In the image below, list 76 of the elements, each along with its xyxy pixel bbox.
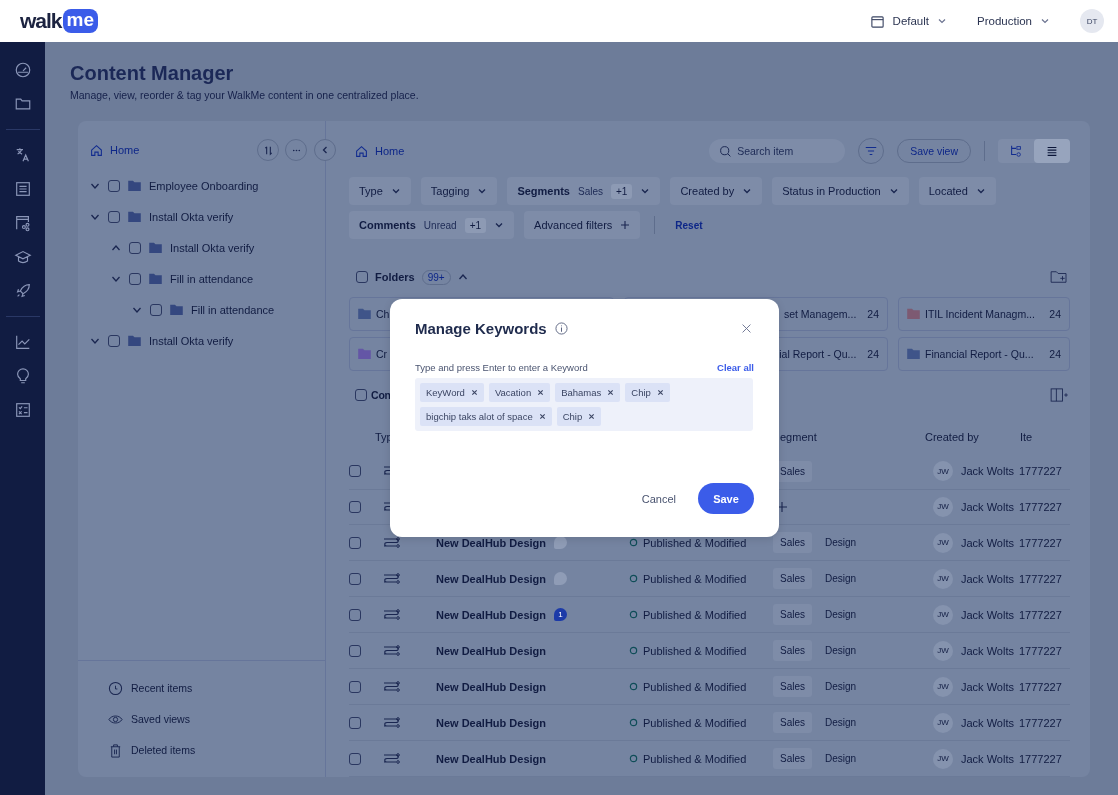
segment-tag: Design [818, 640, 864, 662]
column-header: Ite [1019, 430, 1034, 443]
user-avatar: JW [933, 676, 953, 697]
folder-name: Ch [376, 307, 390, 320]
folder-name: ITIL Incident Managm... [925, 307, 1035, 320]
creator-name: Jack Wolts [961, 572, 1014, 585]
creator-name: Jack Wolts [961, 465, 1014, 478]
keyword-text: KeyWord [426, 387, 465, 398]
folder-count: 24 [867, 307, 879, 320]
creator-name: Jack Wolts [961, 608, 1014, 621]
segment-tag: Sales [773, 640, 812, 662]
page-subtitle: Manage, view, reorder & tag your WalkMe content in one centralized place. [70, 89, 420, 101]
item-id: 1777227 [1019, 500, 1062, 513]
segment-tag: Sales [773, 712, 812, 734]
item-id: 1777227 [1019, 465, 1062, 478]
dialog-title: Manage Keywords [415, 319, 547, 337]
keyword-text: Bahamas [561, 387, 602, 398]
keyword-text: bigchip taks alot of space [426, 411, 533, 422]
user-avatar: JW [933, 496, 953, 517]
creator-name: Jack Wolts [961, 500, 1014, 513]
segment-tag: Sales [773, 604, 812, 626]
page-title: Content Manager [70, 62, 235, 84]
section-title: Folders [375, 271, 415, 284]
column-header: Created by [925, 430, 980, 443]
segment-tag: Design [818, 712, 864, 734]
segment-tag: Sales [773, 532, 812, 554]
status-text: Published & Modified [643, 572, 747, 585]
user-avatar: JW [933, 640, 953, 661]
segment-tag: Sales [773, 676, 812, 698]
creator-name: Jack Wolts [961, 680, 1014, 693]
segment-tag: Design [818, 676, 864, 698]
creator-name: Jack Wolts [961, 536, 1014, 549]
user-avatar: JW [933, 712, 953, 733]
user-avatar: JW [933, 532, 953, 553]
creator-name: Jack Wolts [961, 752, 1014, 765]
segment-tag: Design [818, 748, 864, 770]
segment-tag: Design [818, 604, 864, 626]
user-avatar: JW [933, 604, 953, 625]
logo-badge: me [62, 9, 98, 33]
folder-count: 24 [867, 347, 879, 360]
folder-name: set Managem... [783, 307, 857, 320]
folder-name: ial Report - Qu... [779, 347, 857, 360]
item-id: 1777227 [1019, 644, 1062, 657]
segment-tag: Design [818, 532, 864, 554]
status-text: Published & Modified [643, 716, 747, 729]
segment-tag: Design [818, 568, 864, 590]
user-avatar: JW [933, 748, 953, 769]
item-id: 1777227 [1019, 680, 1062, 693]
logo-text: walk [20, 9, 62, 33]
keyword-text: Chip [562, 411, 583, 422]
folder-name: Financial Report - Qu... [925, 347, 1034, 360]
keyword-text: Chip [631, 387, 651, 398]
segment-tag: Sales [773, 568, 812, 590]
column-header: egment [779, 430, 818, 443]
creator-name: Jack Wolts [961, 644, 1014, 657]
keyword-text: Vacation [494, 387, 532, 398]
folder-name: Cr [376, 347, 388, 360]
status-text: Published & Modified [643, 536, 747, 549]
section-title: Con [371, 389, 391, 402]
item-id: 1777227 [1019, 752, 1062, 765]
item-id: 1777227 [1019, 536, 1062, 549]
status-text: Published & Modified [643, 644, 747, 657]
user-avatar: JW [933, 568, 953, 589]
item-id: 1777227 [1019, 716, 1062, 729]
item-id: 1777227 [1019, 572, 1062, 585]
user-avatar: JW [933, 461, 953, 482]
status-text: Published & Modified [643, 752, 747, 765]
segment-tag: Sales [773, 748, 812, 770]
field-label: Type and press Enter to enter a Keyword [415, 362, 588, 373]
comment-badge: 1 [554, 608, 568, 622]
folder-count: 24 [1049, 307, 1061, 320]
item-id: 1777227 [1019, 608, 1062, 621]
status-text: Published & Modified [643, 608, 747, 621]
status-text: Published & Modified [643, 680, 747, 693]
creator-name: Jack Wolts [961, 716, 1014, 729]
folder-count: 24 [1049, 347, 1061, 360]
